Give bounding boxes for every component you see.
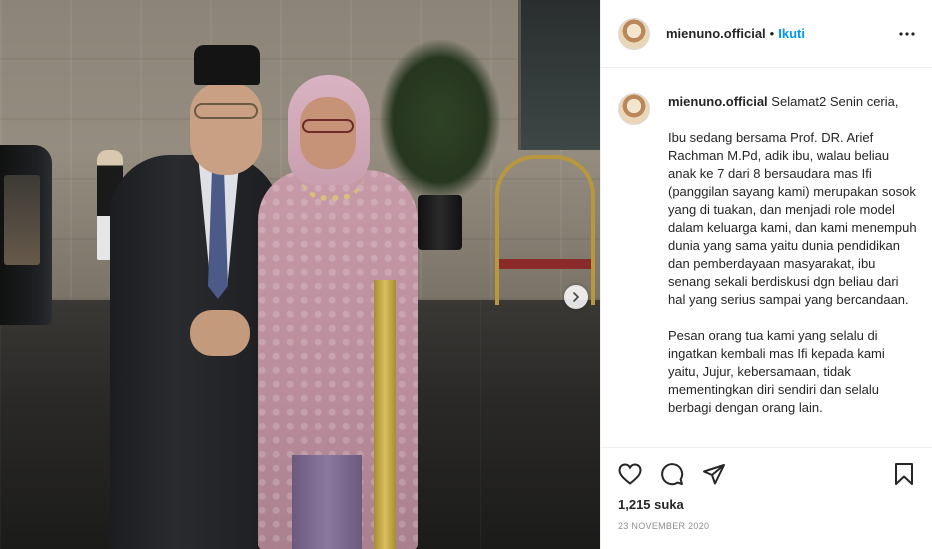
caption-avatar[interactable]	[618, 93, 650, 125]
woman-figure	[258, 75, 423, 549]
share-button[interactable]	[701, 461, 727, 487]
comment-button[interactable]	[659, 461, 685, 487]
post-date[interactable]: 23 NOVEMBER 2020	[618, 521, 709, 531]
post-header: mienuno.official • Ikuti	[601, 0, 932, 68]
car	[0, 145, 52, 325]
action-icons	[617, 458, 917, 490]
next-photo-button[interactable]	[564, 285, 588, 309]
heart-icon	[618, 463, 642, 485]
likes-count[interactable]: 1,215 suka	[618, 497, 684, 512]
like-button[interactable]	[617, 461, 643, 487]
more-options-button[interactable]	[895, 22, 919, 46]
caption: mienuno.official Selamat2 Senin ceria, I…	[668, 93, 917, 417]
comment-icon	[661, 463, 684, 486]
man-figure	[110, 45, 280, 549]
send-icon	[703, 464, 725, 485]
luggage-cart	[495, 155, 595, 305]
post-panel: mienuno.official • Ikuti mienuno.officia…	[600, 0, 932, 549]
chevron-right-icon	[573, 292, 579, 302]
caption-area[interactable]: mienuno.official Selamat2 Senin ceria, I…	[601, 69, 932, 447]
header-username[interactable]: mienuno.official	[666, 26, 766, 41]
caption-row: mienuno.official Selamat2 Senin ceria, I…	[618, 93, 917, 417]
caption-username[interactable]: mienuno.official	[668, 94, 768, 109]
lobby-window	[518, 0, 600, 150]
more-options-icon	[899, 32, 915, 36]
plant-pot	[418, 195, 462, 250]
avatar[interactable]	[618, 17, 650, 50]
bookmark-icon	[895, 463, 913, 485]
caption-paragraph-1: Selamat2 Senin ceria,	[771, 94, 899, 109]
post-actions: 1,215 suka 23 NOVEMBER 2020	[601, 447, 932, 549]
separator-dot: •	[769, 26, 775, 41]
follow-button[interactable]: Ikuti	[778, 26, 805, 41]
save-button[interactable]	[891, 461, 917, 487]
post-photo[interactable]	[0, 0, 600, 549]
caption-paragraph-2: Ibu sedang bersama Prof. DR. Arief Rachm…	[668, 130, 917, 307]
caption-paragraph-3: Pesan orang tua kami yang selalu di inga…	[668, 328, 885, 415]
